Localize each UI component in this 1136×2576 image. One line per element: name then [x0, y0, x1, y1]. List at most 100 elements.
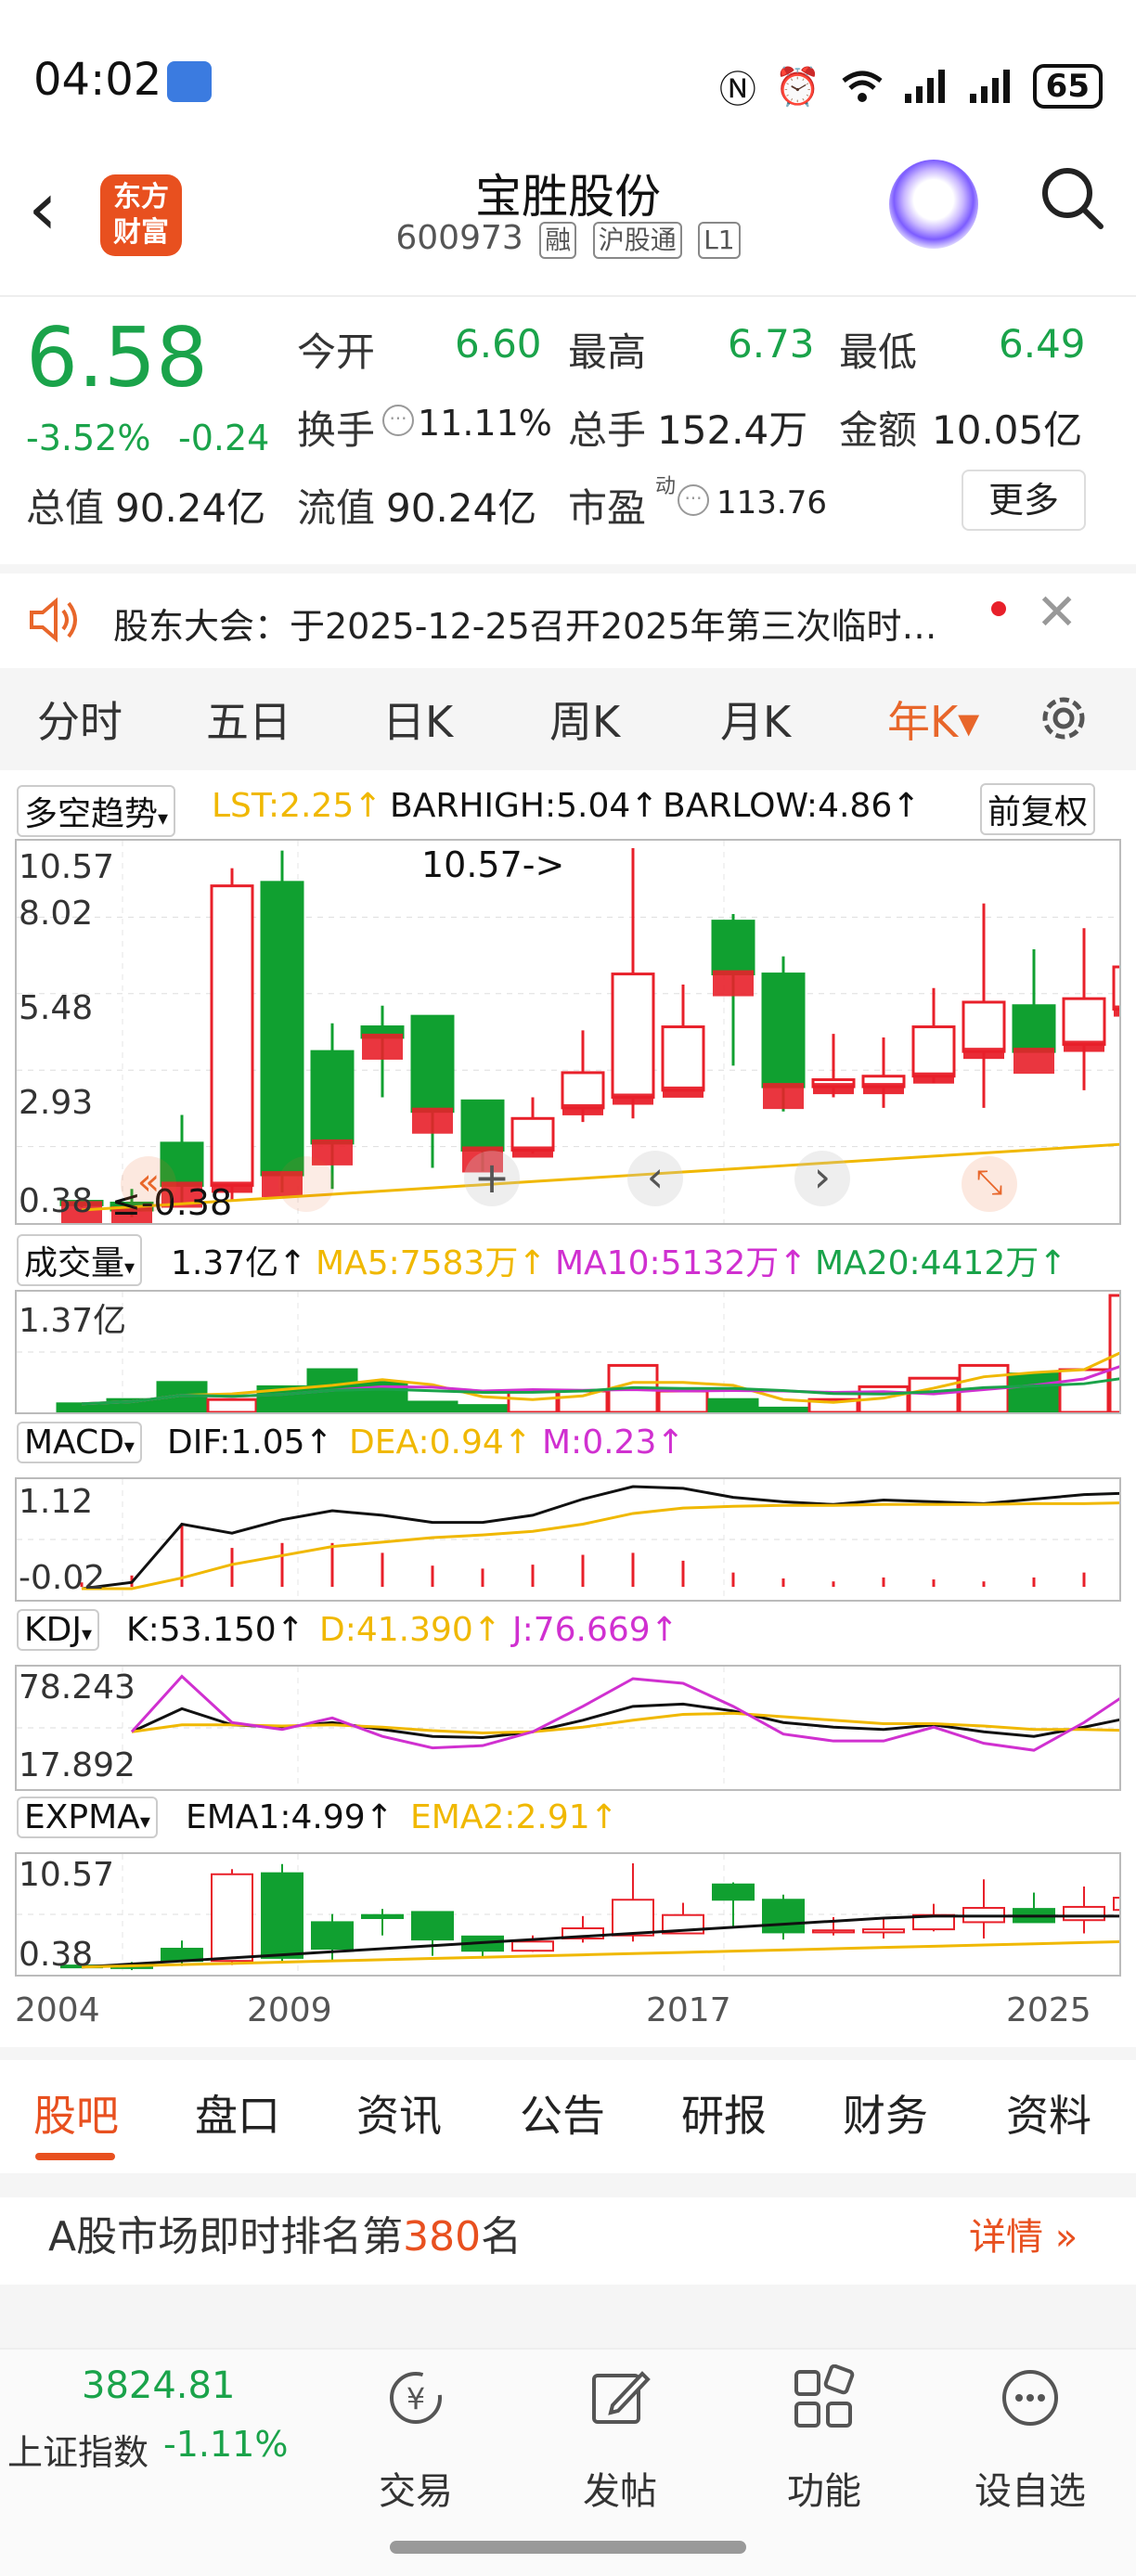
signal-bar	[663, 1086, 704, 1098]
signal-bar	[813, 1083, 854, 1095]
post-button[interactable]: 发帖	[536, 2461, 704, 2515]
vol-ma20: MA20:4412万↑	[815, 1244, 1067, 1282]
signal-bar	[763, 1083, 804, 1110]
home-indicator[interactable]	[390, 2541, 746, 2554]
chevron-right-icon[interactable]: ›	[794, 1151, 850, 1206]
notice-text: 股东大会：于2025-12-25召开2025年第三次临时…	[113, 606, 937, 647]
fullscreen-icon[interactable]: ⤡	[962, 1156, 1017, 1212]
signal-bar	[963, 1048, 1004, 1060]
candle-body	[962, 1000, 1006, 1053]
zoom-in-icon[interactable]: +	[464, 1151, 520, 1206]
gear-icon[interactable]	[1036, 690, 1091, 746]
yuan-icon[interactable]: ¥	[382, 2364, 449, 2431]
info-icon[interactable]: ···	[678, 484, 709, 516]
index-change: -1.11%	[163, 2424, 289, 2465]
candle-body	[1063, 1905, 1105, 1922]
trade-button[interactable]: 交易	[332, 2461, 499, 2515]
candle-body	[761, 972, 806, 1088]
kline-pane[interactable]	[15, 839, 1136, 1233]
lst-value: LST:2.25↑	[212, 787, 382, 825]
rank-suffix: 名	[481, 2213, 523, 2260]
expma-indicator-select[interactable]: EXPMA▾	[17, 1797, 158, 1838]
volume-bar	[457, 1404, 509, 1414]
tab-news[interactable]: 资讯	[356, 2082, 442, 2144]
tab-monthly-k[interactable]: 月K	[720, 689, 791, 750]
tab-intraday[interactable]: 分时	[37, 689, 123, 750]
divider	[0, 2285, 1136, 2350]
signal-bar	[863, 1083, 904, 1095]
y-label: 0.38	[19, 1182, 94, 1220]
expma-pane[interactable]	[15, 1852, 1136, 1977]
tab-profile[interactable]: 资料	[1006, 2082, 1091, 2144]
close-icon[interactable]: ✕	[1036, 583, 1078, 641]
candle-body	[260, 881, 304, 1177]
notice-bar[interactable]: 股东大会：于2025-12-25召开2025年第三次临时…	[0, 573, 1136, 666]
adjust-button[interactable]: 前复权	[980, 783, 1096, 835]
y-label: 5.48	[19, 989, 94, 1027]
tab-daily-k[interactable]: 日K	[382, 689, 453, 750]
candle-body	[762, 1899, 805, 1934]
kdj-pane[interactable]	[15, 1665, 1135, 1791]
volume-value: 1.37亿↑	[171, 1244, 307, 1282]
active-tab-indicator	[35, 2153, 115, 2160]
volume-bar	[707, 1397, 759, 1414]
index-name[interactable]: 上证指数	[7, 2424, 148, 2475]
volume-bar	[657, 1389, 709, 1414]
low-label: 最低	[839, 329, 918, 375]
y-label: 8.02	[19, 895, 94, 933]
signal-bar	[1013, 1048, 1054, 1075]
tab-order-book[interactable]: 盘口	[195, 2082, 280, 2144]
expma-ema1: EMA1:4.99↑	[186, 1798, 394, 1836]
assistant-robot-icon[interactable]	[889, 160, 978, 249]
y-label: 0.38	[19, 1936, 94, 1974]
candle-body	[210, 884, 254, 1187]
y-label: 2.93	[19, 1084, 94, 1122]
status-bar: 04:02 Ⓝ ⏰ 65	[0, 0, 1136, 148]
signal-bar	[362, 1033, 403, 1060]
dea-line	[82, 1501, 1135, 1591]
more-button[interactable]: 更多	[962, 470, 1086, 531]
vol-ma10: MA10:5132万↑	[555, 1244, 807, 1282]
candle-body	[661, 1025, 705, 1092]
signal-icon	[904, 70, 945, 103]
rank-detail-link[interactable]: 详情 »	[969, 2207, 1078, 2260]
edit-icon[interactable]	[587, 2364, 653, 2431]
x-label: 2004	[15, 1991, 100, 2029]
volume-bar	[507, 1389, 559, 1414]
grid-icon[interactable]	[791, 2364, 858, 2431]
tab-yearly-k[interactable]: 年K▾	[887, 689, 979, 750]
turnover-label: 换手	[297, 407, 376, 453]
kdj-indicator-select[interactable]: KDJ▾	[17, 1609, 99, 1651]
more-icon[interactable]	[997, 2364, 1064, 2431]
candle-body	[711, 920, 755, 976]
tab-weekly-k[interactable]: 周K	[549, 689, 620, 750]
macd-pane[interactable]	[15, 1477, 1136, 1602]
amount-label: 金额	[839, 407, 918, 453]
stock-code: 600973	[395, 219, 523, 257]
tab-forum[interactable]: 股吧	[33, 2082, 119, 2144]
index-value[interactable]: 3824.81	[82, 2364, 235, 2407]
open-label: 今开	[297, 329, 376, 375]
signal-icon	[969, 70, 1010, 103]
tab-announcements[interactable]: 公告	[520, 2082, 605, 2144]
chevron-left-icon[interactable]: ‹	[627, 1151, 683, 1206]
candle-body	[411, 1911, 454, 1941]
tab-financials[interactable]: 财务	[843, 2082, 928, 2144]
high-value: 6.73	[728, 321, 815, 367]
info-icon[interactable]: ···	[382, 405, 414, 436]
macd-indicator-select[interactable]: MACD▾	[17, 1422, 142, 1463]
scroll-left-fast-icon[interactable]: «	[121, 1156, 176, 1212]
functions-button[interactable]: 功能	[741, 2461, 908, 2515]
tab-research[interactable]: 研报	[681, 2082, 767, 2144]
status-time: 04:02	[33, 54, 162, 106]
add-watchlist-button[interactable]: 设自选	[947, 2461, 1114, 2515]
search-icon[interactable]	[1039, 165, 1104, 230]
volume-pane[interactable]	[15, 1290, 1136, 1414]
status-icons: Ⓝ ⏰ 65	[719, 59, 1103, 113]
signal-bar	[713, 970, 754, 997]
pe-superscript: 动	[655, 475, 677, 498]
volume-indicator-select[interactable]: 成交量▾	[17, 1234, 143, 1286]
tab-five-day[interactable]: 五日	[206, 689, 291, 750]
zoom-out-button[interactable]	[278, 1156, 334, 1212]
main-indicator-select[interactable]: 多空趋势▾	[17, 785, 176, 837]
